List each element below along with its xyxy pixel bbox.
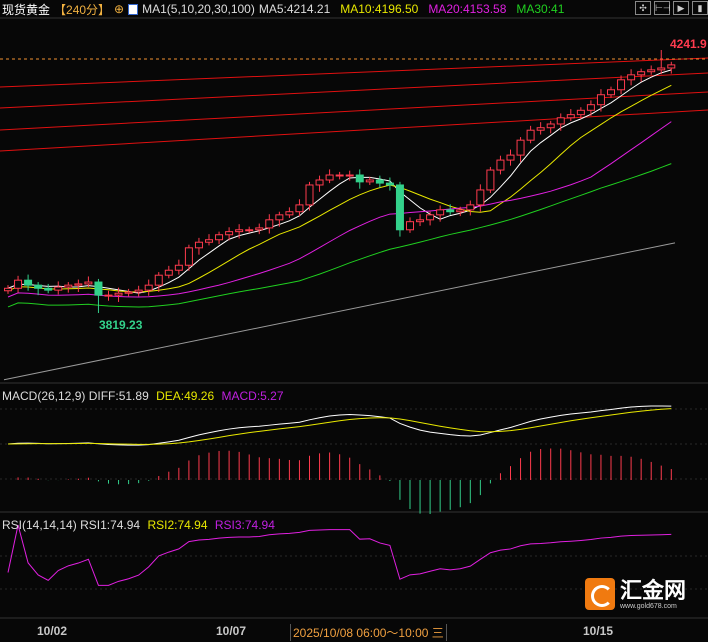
macd-title: MACD(26,12,9) [2, 389, 86, 403]
candle-body [486, 169, 495, 191]
candle-body [14, 279, 23, 289]
trendline [0, 109, 708, 152]
x-tick: 10/15 [583, 624, 614, 638]
candle-body [345, 174, 354, 177]
candle-body [456, 209, 465, 213]
candle-body [154, 274, 163, 286]
candle-body [285, 211, 294, 216]
candle-body [556, 117, 565, 125]
candle-body [124, 291, 133, 294]
candle-body [34, 284, 43, 289]
candle-body [607, 89, 615, 96]
candle-body [144, 284, 153, 291]
candle-body [406, 221, 414, 231]
macd-dea: DEA:49.26 [156, 389, 215, 403]
candle-body [375, 179, 384, 184]
logo-name: 汇金网 [620, 577, 687, 603]
candle-body [255, 227, 264, 231]
candle-body [657, 67, 666, 71]
rsi-line [7, 524, 672, 586]
high-price-label: 4241.9 [670, 37, 707, 51]
candle-body [114, 292, 123, 296]
candle-body [436, 209, 445, 216]
rsi2-value: RSI2:74.94 [147, 518, 208, 532]
candle-body [205, 239, 213, 243]
candle-body [265, 219, 274, 229]
candle-body [335, 174, 344, 177]
logo-icon [585, 578, 615, 610]
candle-body [245, 229, 254, 232]
cursor-time-label: 2025/10/08 06:00～10:00 三 [290, 624, 447, 641]
candle-body [94, 281, 103, 296]
candle-body [194, 241, 203, 249]
ma30-line [7, 163, 672, 308]
candle-body [426, 214, 435, 221]
candle-body [365, 179, 374, 183]
candle-body [416, 219, 425, 223]
candle-body [134, 289, 143, 293]
candle-body [576, 109, 585, 116]
candle-body [104, 294, 113, 297]
candle-body [305, 184, 314, 206]
candle-body [667, 64, 676, 69]
candle-body [506, 154, 515, 161]
candle-body [184, 247, 193, 266]
logo-url: www.gold678.com [620, 602, 677, 610]
rsi3-value: RSI3:74.94 [214, 518, 275, 532]
candle-body [476, 189, 485, 206]
candle-body [84, 281, 93, 285]
rsi1-value: RSI1:74.94 [80, 518, 141, 532]
trendline [0, 57, 708, 88]
candle-body [24, 279, 33, 286]
candle-body [466, 204, 475, 211]
macd-diff: DIFF:51.89 [88, 389, 149, 403]
candle-body [647, 69, 656, 73]
macd-value: MACD:5.27 [221, 389, 284, 403]
candle-body [596, 94, 605, 106]
candle-body [325, 174, 334, 181]
candle-body [64, 284, 73, 288]
candle-body [526, 129, 535, 141]
candle-body [355, 174, 364, 183]
candle-body [536, 127, 545, 131]
candle-body [546, 123, 555, 129]
gold678-logo: 汇金网 www.gold678.com [585, 578, 686, 610]
ma20-line [7, 121, 672, 298]
candle-body [225, 231, 234, 236]
candle-body [295, 204, 304, 213]
ma5-line [7, 69, 672, 294]
candle-body [446, 209, 455, 213]
ma100-line [3, 242, 676, 381]
x-tick: 10/07 [216, 624, 247, 638]
candle-body [395, 184, 404, 231]
candle-body [617, 79, 626, 91]
diff-line [7, 405, 672, 446]
candle-body [174, 264, 183, 271]
candle-body [586, 104, 595, 111]
rsi-legend: RSI(14,14,14) RSI1:74.94 RSI2:74.94 RSI3… [2, 518, 275, 532]
macd-legend: MACD(26,12,9) DIFF:51.89 DEA:49.26 MACD:… [2, 389, 284, 403]
candle-body [275, 214, 284, 221]
candle-body [4, 287, 12, 292]
candle-body [496, 159, 505, 171]
candle-body [385, 182, 394, 186]
candle-body [44, 287, 53, 291]
x-tick: 10/02 [37, 624, 68, 638]
rsi-title: RSI(14,14,14) [2, 518, 77, 532]
candle-body [315, 179, 324, 186]
candle-body [235, 229, 244, 233]
candle-body [74, 283, 83, 286]
candle-body [54, 286, 63, 291]
candle-body [516, 139, 525, 156]
candle-body [164, 269, 173, 276]
candle-body [627, 74, 636, 81]
candle-body [566, 114, 575, 119]
low-price-label: 3819.23 [99, 318, 143, 332]
candle-body [637, 71, 646, 76]
candle-body [215, 234, 224, 241]
